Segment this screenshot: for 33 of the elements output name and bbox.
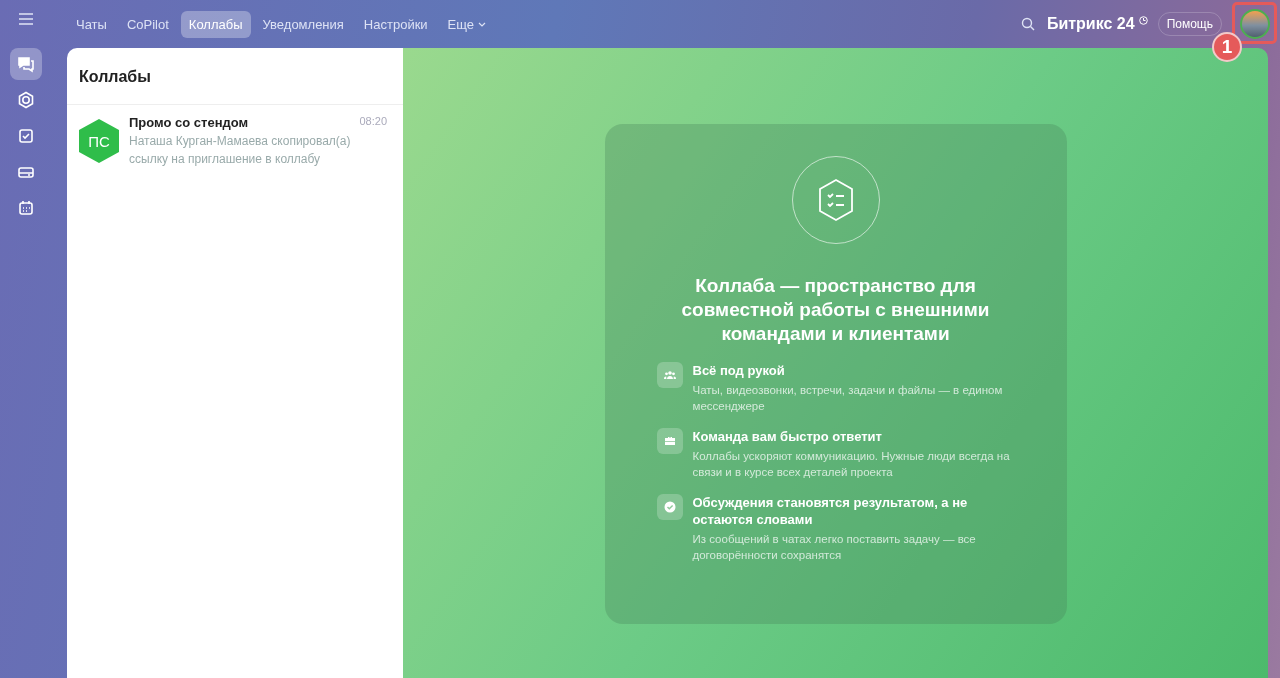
nav-tab[interactable]: Уведомления xyxy=(254,10,352,38)
avatar[interactable] xyxy=(1240,9,1270,39)
check-circle-icon xyxy=(663,501,676,513)
caret-icon xyxy=(478,21,487,27)
feature-text: Чаты, видеозвонки, встречи, задачи и файлы — в едином мессенджере xyxy=(692,383,1004,414)
menu-icon[interactable] xyxy=(18,12,34,26)
people-icon xyxy=(663,369,676,381)
chat-avatar: ПС xyxy=(79,119,119,163)
chat-time: 08:20 xyxy=(359,115,387,129)
promo-title: Коллаба — пространство для совместной работы с внешними командами и клиентами xyxy=(680,274,991,346)
nav-tab[interactable]: Чаты xyxy=(68,10,115,38)
feature-title: Обсуждения становятся результатом, а не остаются словами xyxy=(692,494,969,528)
feature-title: Всё под рукой xyxy=(692,362,786,379)
nav-tab[interactable]: Настройки xyxy=(355,10,436,38)
clock-icon xyxy=(1138,16,1148,25)
step-badge: 1 xyxy=(1212,32,1242,62)
chat-name: Промо со стендом xyxy=(129,115,249,130)
sidebar-item[interactable] xyxy=(10,48,42,80)
chat-item[interactable]: ПС Промо со стендом 08:20 Наташа Курган-Мамаева скопировал(а) ссылку на приглашение в коллабу xyxy=(67,105,403,168)
feature-title: Команда вам быстро ответит xyxy=(692,428,883,445)
chat-preview: Наташа Курган-Мамаева скопировал(а) ссылку на приглашение в коллабу xyxy=(129,133,352,168)
hexagon-icon xyxy=(17,91,35,109)
feature-text: Коллабы ускоряют коммуникацию. Нужные люди всегда на связи и в курсе всех деталей проекта xyxy=(692,449,1011,480)
chat-icon xyxy=(17,55,35,73)
nav-tab[interactable]: Еще xyxy=(439,10,495,38)
briefcase-icon xyxy=(663,435,676,447)
nav-tab[interactable]: CoPilot xyxy=(118,10,177,38)
checkbox-icon xyxy=(17,127,35,145)
brand-logo: Битрикс 24 xyxy=(1046,15,1135,33)
feature-text: Из сообщений в чатах легко поставить задачу — все договорённости сохранятся xyxy=(692,532,977,563)
calendar-icon xyxy=(17,199,35,217)
search-icon[interactable] xyxy=(1020,17,1035,31)
nav-tab[interactable]: Коллабы xyxy=(180,10,251,38)
